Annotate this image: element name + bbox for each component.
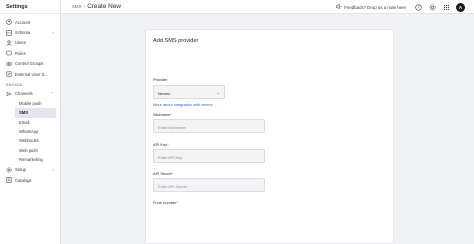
required-mark: * bbox=[176, 200, 178, 205]
provider-label: Provider bbox=[153, 77, 168, 82]
sidebar-subitem-mobile-push[interactable]: Mobile push bbox=[0, 99, 60, 108]
provider-select[interactable]: Nexmo ⌄ bbox=[153, 85, 225, 99]
sidebar-subitem-whatsapp[interactable]: WhatsApp bbox=[0, 127, 60, 136]
sidebar-subitem-email[interactable]: Email bbox=[0, 118, 60, 127]
channels-icon bbox=[6, 91, 12, 97]
catalogs-icon bbox=[6, 177, 12, 183]
sidebar-section-engage: ENGAGE bbox=[6, 83, 23, 88]
megaphone-icon bbox=[336, 4, 342, 10]
sidebar-item-roles[interactable]: Roles bbox=[0, 48, 60, 58]
account-icon bbox=[6, 19, 12, 25]
required-mark: * bbox=[171, 171, 174, 176]
api-secret-label-text: API Secret bbox=[153, 171, 172, 176]
page-title: Create New bbox=[87, 3, 121, 10]
sidebar-item-control-groups[interactable]: Control Groups bbox=[0, 59, 60, 69]
sms-provider-form: Add SMS provider Provider Nexmo ⌄ More a… bbox=[145, 29, 394, 244]
sidebar-item-label: Account bbox=[15, 19, 31, 25]
chevron-right-icon: › bbox=[52, 166, 54, 172]
setup-icon bbox=[6, 167, 12, 173]
api-key-label: API Key* bbox=[153, 142, 169, 147]
sidebar-item-catalogs[interactable]: Catalogs bbox=[0, 175, 60, 185]
api-secret-input[interactable]: Enter API Secret bbox=[153, 178, 265, 192]
sidebar: Settings Account Schema › Users Roles Co… bbox=[0, 0, 61, 244]
schema-icon bbox=[6, 29, 12, 36]
sidebar-item-label: Roles bbox=[15, 50, 26, 56]
api-secret-label: API Secret* bbox=[153, 171, 173, 176]
sidebar-item-external-users[interactable]: External User S... bbox=[0, 69, 60, 79]
nickname-input[interactable]: Enter Nickname bbox=[153, 119, 265, 133]
sidebar-item-label: Setup bbox=[15, 167, 26, 173]
sidebar-nav: Account Schema › Users Roles Control Gro… bbox=[0, 14, 60, 185]
chevron-down-icon: ⌄ bbox=[216, 90, 220, 95]
nickname-label-text: Nickname bbox=[153, 112, 171, 117]
svg-text:?: ? bbox=[417, 5, 419, 10]
avatar[interactable]: A bbox=[456, 3, 465, 12]
breadcrumb-separator: › bbox=[83, 3, 86, 10]
chevron-up-icon: ⌃ bbox=[50, 90, 54, 96]
apps-grid-icon[interactable] bbox=[443, 4, 450, 11]
required-mark: * bbox=[167, 142, 169, 147]
sidebar-title: Settings bbox=[0, 0, 60, 14]
sidebar-subitem-webhooks[interactable]: Webhooks bbox=[0, 136, 60, 145]
sidebar-item-setup[interactable]: Setup › bbox=[0, 164, 60, 174]
sidebar-item-label: Control Groups bbox=[15, 61, 44, 67]
sidebar-subitem-remarketing[interactable]: Remarketing bbox=[0, 155, 60, 164]
api-key-input[interactable]: Enter API Key bbox=[153, 149, 265, 163]
chevron-right-icon: › bbox=[52, 29, 54, 35]
sidebar-item-users[interactable]: Users bbox=[0, 38, 60, 48]
help-icon[interactable]: ? bbox=[415, 3, 422, 11]
api-key-label-text: API Key bbox=[153, 142, 168, 147]
sidebar-item-label: Schema bbox=[15, 30, 31, 36]
required-mark: * bbox=[170, 112, 172, 117]
external-users-icon bbox=[6, 71, 12, 77]
sidebar-item-schema[interactable]: Schema › bbox=[0, 27, 60, 37]
topbar: SMS › Create New Feedback? Drop us a not… bbox=[61, 0, 474, 14]
sidebar-item-label: Channels bbox=[15, 91, 33, 97]
sidebar-subitem-sms[interactable]: SMS bbox=[15, 108, 56, 118]
feedback-label: Feedback? Drop us a note here bbox=[344, 4, 406, 10]
sidebar-item-channels[interactable]: Channels ⌃ bbox=[0, 88, 60, 98]
feedback-link[interactable]: Feedback? Drop us a note here bbox=[336, 4, 406, 10]
from-number-label: From number* bbox=[153, 200, 178, 205]
integration-link[interactable]: More about integration with nexmo bbox=[153, 102, 213, 107]
control-groups-icon bbox=[6, 61, 12, 67]
sidebar-item-label: External User S... bbox=[15, 71, 48, 77]
settings-icon[interactable] bbox=[429, 3, 436, 11]
provider-value: Nexmo bbox=[158, 90, 171, 96]
users-icon bbox=[6, 40, 12, 46]
sidebar-item-label: Users bbox=[15, 40, 26, 46]
sidebar-item-label: Catalogs bbox=[15, 177, 32, 183]
from-number-label-text: From number bbox=[153, 200, 177, 205]
sidebar-subitem-web-push[interactable]: Web push bbox=[0, 146, 60, 155]
sidebar-item-account[interactable]: Account bbox=[0, 17, 60, 27]
breadcrumb[interactable]: SMS bbox=[72, 4, 82, 9]
nickname-label: Nickname* bbox=[153, 112, 172, 117]
form-title: Add SMS provider bbox=[153, 38, 199, 44]
roles-icon bbox=[6, 50, 12, 56]
